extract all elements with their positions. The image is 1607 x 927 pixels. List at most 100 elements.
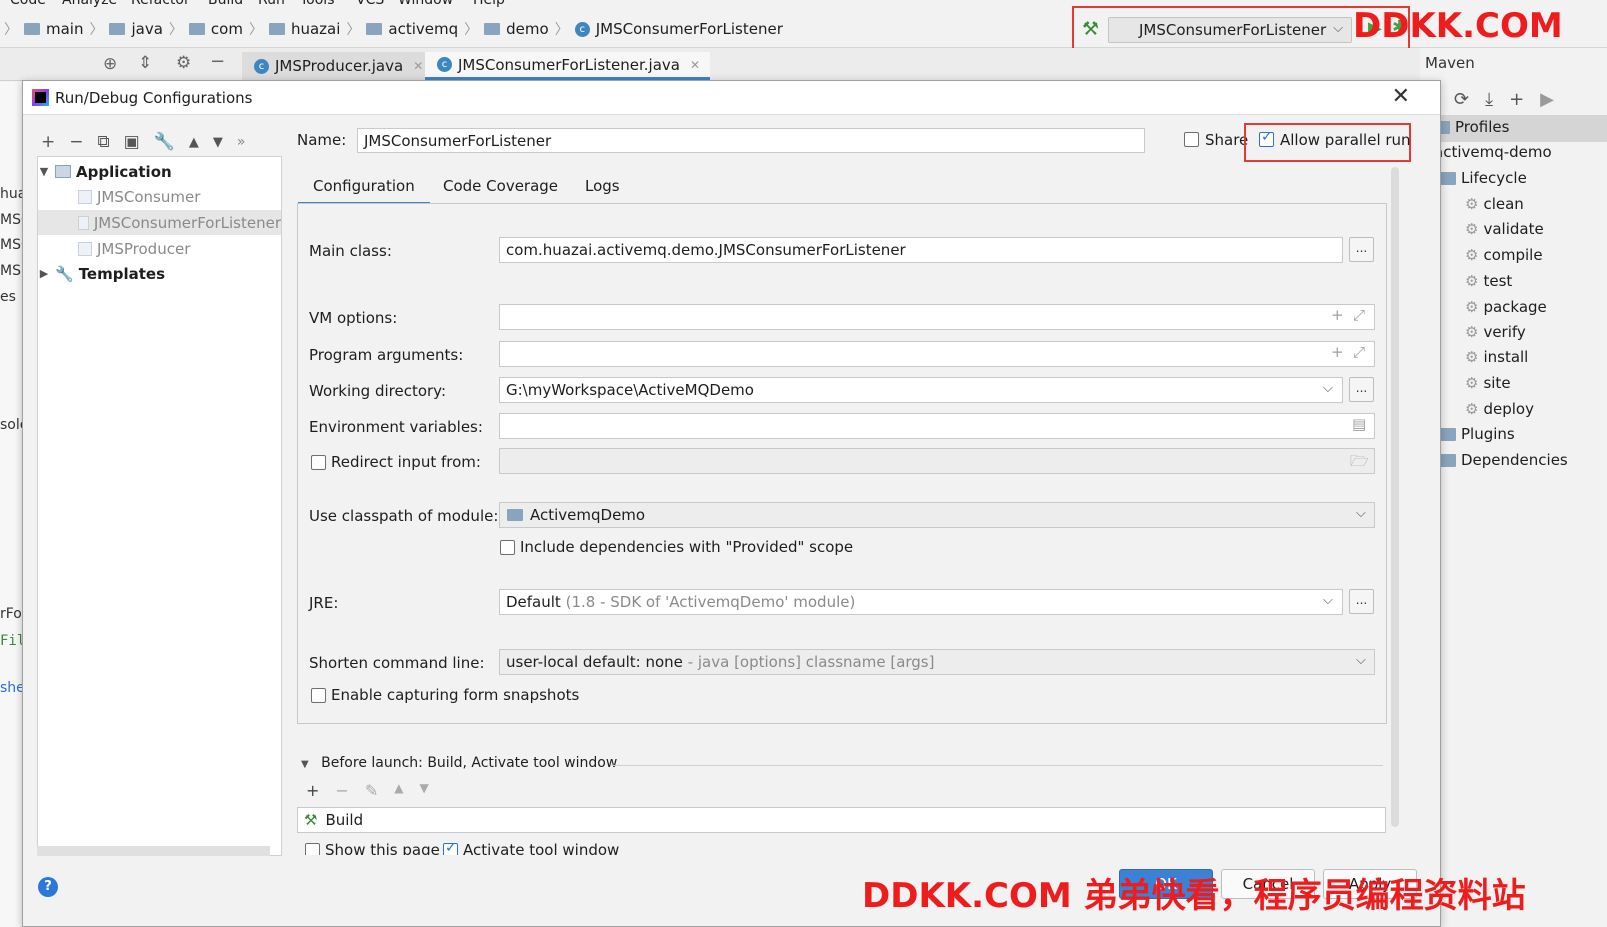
maven-phase-verify[interactable]: ⚙ verify xyxy=(1465,323,1526,341)
menu-vcs[interactable]: VCS xyxy=(356,0,384,8)
minimize-icon[interactable]: − xyxy=(210,51,225,72)
browse-button[interactable]: ... xyxy=(1349,377,1374,402)
collapse-icon[interactable]: ⇕ xyxy=(138,53,152,73)
copy-icon[interactable]: ⧉ xyxy=(98,132,110,152)
maven-plugins[interactable]: Plugins xyxy=(1440,425,1515,443)
menu-help[interactable]: Help xyxy=(473,0,505,8)
menu-tools[interactable]: Tools xyxy=(300,0,335,8)
environment-variables-input[interactable] xyxy=(499,413,1375,439)
activate-tool-window-checkbox[interactable] xyxy=(443,841,458,855)
form-snapshots-checkbox[interactable] xyxy=(311,688,326,703)
tree-item-jmsproducer[interactable]: JMSProducer xyxy=(38,236,281,261)
menu-build[interactable]: Build xyxy=(208,0,243,8)
chevron-down-icon[interactable]: ⌵ xyxy=(1356,653,1366,668)
chevron-down-icon[interactable]: ⌵ xyxy=(1323,593,1333,608)
browse-button[interactable]: ... xyxy=(1349,237,1374,262)
show-page-checkbox[interactable] xyxy=(305,843,320,855)
add-icon[interactable]: + xyxy=(41,132,55,152)
save-icon[interactable]: ▣ xyxy=(124,132,140,152)
vm-options-input[interactable] xyxy=(499,304,1375,330)
maven-phase-test[interactable]: ⚙ test xyxy=(1465,272,1512,290)
classpath-module-select[interactable]: ActivemqDemo xyxy=(499,502,1375,528)
close-icon[interactable]: ✕ xyxy=(1392,84,1410,109)
move-down-icon[interactable]: ▼ xyxy=(419,781,428,800)
maven-phase-package[interactable]: ⚙ package xyxy=(1465,298,1547,316)
working-directory-input[interactable]: G:\myWorkspace\ActiveMQDemo xyxy=(499,377,1343,403)
target-icon[interactable]: ⊕ xyxy=(103,54,117,74)
menu-analyze[interactable]: Analyze xyxy=(62,0,117,8)
breadcrumb-main[interactable]: main xyxy=(46,20,83,38)
add-icon[interactable]: + xyxy=(1509,89,1524,110)
tab-code-coverage[interactable]: Code Coverage xyxy=(428,173,573,205)
maven-phase-deploy[interactable]: ⚙ deploy xyxy=(1465,400,1534,418)
remove-icon[interactable]: − xyxy=(335,781,348,800)
chevron-down-icon[interactable]: ▼ xyxy=(38,165,50,178)
shorten-command-select[interactable]: user-local default: none - java [options… xyxy=(499,649,1375,675)
download-icon[interactable]: ⤓ xyxy=(1485,89,1493,110)
run-config-selector[interactable]: JMSConsumerForListener ⌵ xyxy=(1108,17,1352,43)
tab-jmsproducer[interactable]: c JMSProducer.java ✕ xyxy=(242,52,434,80)
expand-icon[interactable]: ⤢ xyxy=(1353,343,1365,361)
maven-phase-validate[interactable]: ⚙ validate xyxy=(1465,220,1544,238)
menu-refactor[interactable]: Refactor xyxy=(131,0,190,8)
tab-configuration[interactable]: Configuration xyxy=(298,173,430,205)
chevron-right-icon[interactable]: ▶ xyxy=(38,267,50,280)
breadcrumb-huazai[interactable]: huazai xyxy=(291,20,340,38)
close-icon[interactable]: ✕ xyxy=(413,59,423,73)
help-icon[interactable]: ? xyxy=(38,877,58,897)
breadcrumb-activemq[interactable]: activemq xyxy=(388,20,458,38)
move-up-icon[interactable]: ▲ xyxy=(189,135,199,150)
tree-scrollbar[interactable] xyxy=(37,846,270,856)
before-launch-task-build[interactable]: ⚒ Build xyxy=(297,807,1386,833)
gear-icon[interactable]: ⚙ xyxy=(176,53,191,73)
breadcrumb-com[interactable]: com xyxy=(211,20,243,38)
tree-item-jmsconsumer[interactable]: JMSConsumer xyxy=(38,184,281,209)
share-checkbox[interactable] xyxy=(1184,132,1199,147)
tab-logs[interactable]: Logs xyxy=(570,173,635,205)
program-arguments-input[interactable] xyxy=(499,341,1375,367)
maven-dependencies[interactable]: Dependencies xyxy=(1440,451,1568,469)
plus-icon[interactable]: + xyxy=(1331,343,1344,361)
close-icon[interactable]: ✕ xyxy=(690,58,700,72)
menu-run[interactable]: Run xyxy=(258,0,285,8)
include-dependencies-checkbox[interactable] xyxy=(500,540,515,555)
maven-phase-compile[interactable]: ⚙ compile xyxy=(1465,246,1543,264)
add-icon[interactable]: + xyxy=(306,781,319,800)
maven-phase-site[interactable]: ⚙ site xyxy=(1465,374,1511,392)
before-launch-header[interactable]: ▼ Before launch: Build, Activate tool wi… xyxy=(301,755,617,771)
name-input[interactable]: JMSConsumerForListener xyxy=(357,128,1145,153)
maven-phase-install[interactable]: ⚙ install xyxy=(1465,348,1528,366)
breadcrumb-demo[interactable]: demo xyxy=(506,20,549,38)
chevron-down-icon[interactable]: ⌵ xyxy=(1356,506,1366,521)
maven-profiles[interactable]: Profiles xyxy=(1434,118,1509,136)
breadcrumb-class[interactable]: JMSConsumerForListener xyxy=(596,20,783,38)
form-scrollbar[interactable] xyxy=(1391,167,1399,827)
remove-icon[interactable]: − xyxy=(69,132,83,152)
main-class-input[interactable]: com.huazai.activemq.demo.JMSConsumerForL… xyxy=(499,237,1343,263)
edit-icon[interactable]: ✎ xyxy=(365,781,378,800)
maven-project[interactable]: activemq-demo xyxy=(1434,143,1552,161)
tree-item-jmsconsumerforlistener[interactable]: JMSConsumerForListener xyxy=(38,210,281,235)
chevron-down-icon[interactable]: ⌵ xyxy=(1323,381,1333,396)
allow-parallel-run-checkbox[interactable] xyxy=(1259,129,1274,147)
edit-list-icon[interactable]: ▤ xyxy=(1352,415,1366,433)
tab-jmsconsumerforlistener[interactable]: c JMSConsumerForListener.java ✕ xyxy=(425,52,711,80)
wrench-icon[interactable]: 🔧 xyxy=(154,132,175,152)
plus-icon[interactable]: + xyxy=(1331,306,1344,324)
menu-window[interactable]: Window xyxy=(398,0,453,8)
maven-lifecycle[interactable]: Lifecycle xyxy=(1440,169,1527,187)
menu-code[interactable]: Code xyxy=(10,0,46,8)
maven-phase-clean[interactable]: ⚙ clean xyxy=(1465,195,1524,213)
breadcrumb-java[interactable]: java xyxy=(131,20,162,38)
browse-button[interactable]: ... xyxy=(1349,589,1374,614)
reimport-icon[interactable]: ⟳ xyxy=(1454,89,1469,110)
redirect-input-checkbox[interactable] xyxy=(311,455,326,470)
move-up-icon[interactable]: ▲ xyxy=(394,781,403,800)
tree-item-templates[interactable]: ▶ 🔧 Templates xyxy=(38,261,281,286)
tree-item-application[interactable]: ▼ Application xyxy=(38,159,281,184)
move-down-icon[interactable]: ▼ xyxy=(213,135,223,150)
more-icon[interactable]: » xyxy=(237,134,246,150)
jre-select[interactable]: Default (1.8 - SDK of 'ActivemqDemo' mod… xyxy=(499,589,1343,615)
expand-icon[interactable]: ⤢ xyxy=(1353,306,1365,324)
run-maven-icon[interactable]: ▶ xyxy=(1540,89,1554,110)
